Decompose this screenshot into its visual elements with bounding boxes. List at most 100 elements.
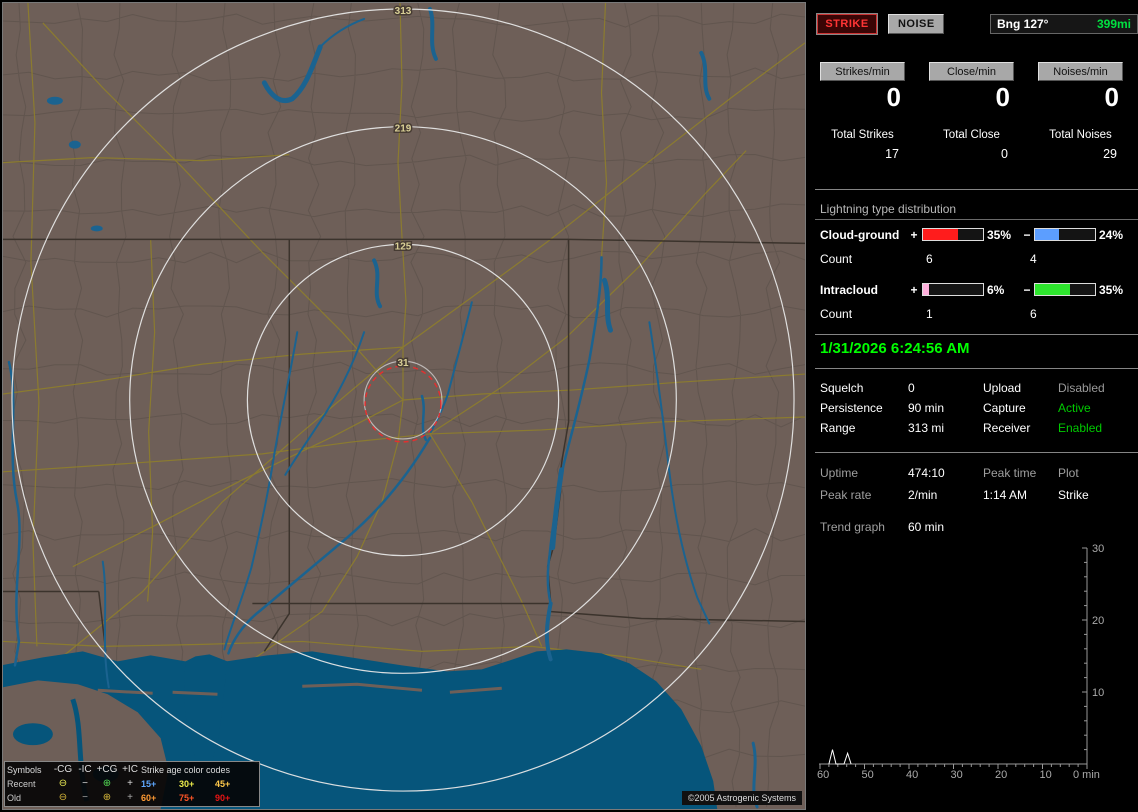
svg-text:30: 30 [951, 769, 963, 781]
legend-col-pos-cg: +CG [96, 764, 118, 775]
divider [815, 368, 1138, 369]
status-sidebar: STRIKE NOISE Bng 127° 399mi Strikes/min … [815, 0, 1138, 812]
cg-plus-bar [922, 228, 984, 241]
ic-minus-pct: 35% [1099, 282, 1124, 297]
ring-label-219: 219 [395, 124, 412, 135]
strikes-per-min-button[interactable]: Strikes/min [820, 62, 905, 81]
minus-sign: − [1023, 282, 1031, 297]
ring-label-125: 125 [395, 241, 412, 252]
receiver-status: Enabled [1058, 421, 1103, 435]
cg-minus-pct: 24% [1099, 227, 1124, 242]
pos-ic-recent-icon: + [127, 778, 133, 789]
total-close-label: Total Close [943, 129, 1000, 141]
plus-sign: + [910, 227, 918, 242]
ic-plus-count: 1 [926, 307, 933, 321]
current-datetime: 1/31/2026 6:24:56 AM [820, 340, 970, 357]
strikes-per-min-value: 0 [886, 82, 901, 112]
noises-per-min-button[interactable]: Noises/min [1038, 62, 1123, 81]
svg-text:20: 20 [1092, 615, 1104, 627]
range-value: 313 mi [908, 421, 945, 435]
map-canvas: 313 219 125 31 [3, 3, 805, 809]
range-label: Range [820, 421, 856, 435]
trend-graph-canvas: 30 20 10 60 50 40 30 20 10 0 min [817, 543, 1104, 781]
plot-value: Strike [1058, 488, 1089, 502]
cg-minus-bar [1034, 228, 1096, 241]
capture-status: Active [1058, 401, 1091, 415]
legend-old-label: Old [7, 793, 22, 803]
bearing-readout: Bng 127° 399mi [990, 14, 1138, 34]
svg-text:30: 30 [1092, 543, 1104, 555]
ic-minus-bar [1034, 283, 1096, 296]
age-30: 30+ [179, 779, 195, 789]
peak-time-value: 1:14 AM [983, 488, 1028, 502]
map-view[interactable]: 313 219 125 31 Symbols -CG -IC +CG +IC S… [2, 2, 806, 810]
bearing-label: Bng 127° [997, 17, 1049, 31]
total-strikes-value: 17 [885, 147, 899, 161]
legend-age-header: Strike age color codes [141, 765, 231, 775]
uptime-label: Uptime [820, 466, 859, 480]
stats-table: Uptime 474:10 Peak time Plot Peak rate 2… [815, 466, 1138, 502]
count-label: Count [820, 307, 853, 321]
intracloud-label: Intracloud [820, 282, 879, 297]
svg-text:10: 10 [1040, 769, 1052, 781]
age-60: 60+ [141, 793, 157, 803]
neg-ic-old-icon: − [82, 792, 88, 803]
trend-graph-label: Trend graph [820, 520, 885, 534]
ic-count-row: Count 1 6 [815, 307, 1138, 321]
age-90: 90+ [215, 793, 231, 803]
plus-sign: + [910, 282, 918, 297]
svg-text:50: 50 [862, 769, 874, 781]
settings-table: Squelch 0 Upload Disabled Persistence 90… [815, 381, 1138, 435]
ring-label-313: 313 [395, 6, 412, 17]
cg-plus-pct: 35% [987, 227, 1012, 242]
upload-status: Disabled [1058, 381, 1105, 395]
svg-text:10: 10 [1092, 687, 1104, 699]
distribution-header: Lightning type distribution [820, 202, 957, 216]
legend-col-neg-ic: -IC [78, 764, 92, 775]
pos-cg-recent-icon: ⊕ [102, 778, 112, 789]
noises-per-min-value: 0 [1104, 82, 1119, 112]
svg-text:20: 20 [995, 769, 1007, 781]
peak-rate-label: Peak rate [820, 488, 872, 502]
cg-minus-count: 4 [1030, 252, 1037, 266]
legend-symbols-header: Symbols [7, 765, 42, 775]
divider [815, 334, 1138, 335]
intracloud-row: Intracloud + 6% − 35% [815, 282, 1138, 297]
strike-mode-button[interactable]: STRIKE [817, 14, 877, 34]
capture-label: Capture [983, 401, 1026, 415]
age-15: 15+ [141, 779, 157, 789]
age-75: 75+ [179, 793, 195, 803]
strike-legend: Symbols -CG -IC +CG +IC Strike age color… [4, 761, 260, 807]
divider [815, 452, 1138, 453]
ic-minus-count: 6 [1030, 307, 1037, 321]
close-per-min-button[interactable]: Close/min [929, 62, 1014, 81]
ring-label-31: 31 [397, 358, 409, 369]
total-noises-label: Total Noises [1049, 129, 1112, 141]
trend-window-value: 60 min [908, 520, 945, 534]
legend-col-neg-cg: -CG [53, 764, 73, 775]
total-strikes-label: Total Strikes [831, 129, 894, 141]
peak-time-label: Peak time [983, 466, 1037, 480]
svg-text:40: 40 [906, 769, 918, 781]
pos-ic-old-icon: + [127, 792, 133, 803]
ic-plus-pct: 6% [987, 282, 1005, 297]
squelch-label: Squelch [820, 381, 864, 395]
receiver-label: Receiver [983, 421, 1031, 435]
noise-mode-button[interactable]: NOISE [888, 14, 945, 34]
ic-plus-bar [922, 283, 984, 296]
legend-recent-label: Recent [7, 779, 36, 789]
squelch-value: 0 [908, 381, 915, 395]
plot-label: Plot [1058, 466, 1079, 480]
close-per-min-value: 0 [995, 82, 1010, 112]
total-noises-value: 29 [1103, 147, 1117, 161]
divider [815, 219, 1138, 220]
trend-graph-header: Trend graph 60 min [815, 520, 1138, 534]
pos-cg-old-icon: ⊕ [102, 792, 112, 803]
age-45: 45+ [215, 779, 231, 789]
upload-label: Upload [983, 381, 1022, 395]
mode-toolbar: STRIKE NOISE Bng 127° 399mi [815, 14, 1138, 34]
cloud-ground-row: Cloud-ground + 35% − 24% [815, 227, 1138, 242]
totals-row: Total Strikes 17 Total Close 0 Total Noi… [815, 129, 1138, 161]
legend-row-recent: Recent ⊖ − ⊕ + 15+ 30+ 45+ [7, 777, 257, 791]
cg-plus-count: 6 [926, 252, 933, 266]
